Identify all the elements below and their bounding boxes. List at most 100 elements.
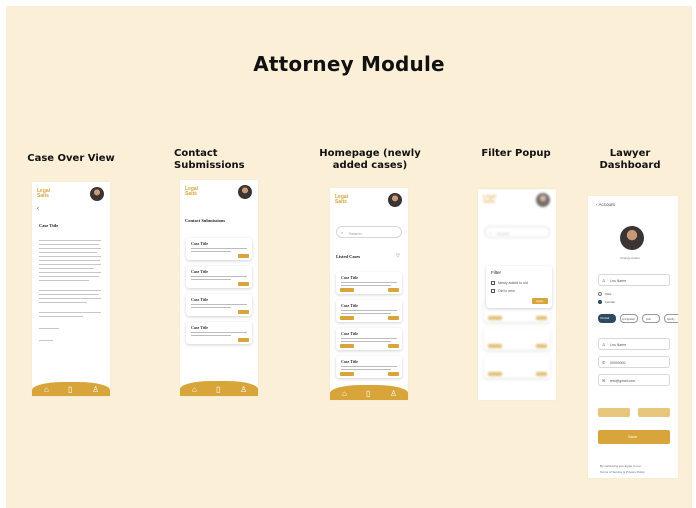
terms-text: By continuing you agree to our xyxy=(600,464,641,468)
section-title-filter-popup: Filter Popup xyxy=(481,148,551,159)
option-newly-added[interactable]: Newly added to old xyxy=(498,281,528,285)
profile-avatar[interactable] xyxy=(620,226,644,250)
text-line xyxy=(191,304,247,305)
user-icon[interactable]: ♙ xyxy=(92,386,99,394)
text-line xyxy=(39,316,83,317)
text-line xyxy=(341,313,391,314)
view-button[interactable] xyxy=(238,254,249,258)
view-button[interactable] xyxy=(388,372,399,376)
back-button[interactable]: ‹ Account xyxy=(596,202,615,207)
phone-field[interactable]: ✆ 00000000 xyxy=(598,356,670,368)
phone-value: 00000000 xyxy=(610,361,626,365)
section-title-case-overview: Case Over View xyxy=(27,153,115,164)
view-button[interactable] xyxy=(238,338,249,342)
text-line xyxy=(39,240,101,241)
submission-card[interactable]: Case Title xyxy=(186,266,252,288)
case-tag xyxy=(340,372,354,376)
phone-contact-submissions: Legal Salts Contact Submissions Case Titl… xyxy=(180,180,258,396)
text-line xyxy=(191,276,247,277)
home-icon[interactable]: ⌂ xyxy=(342,390,347,398)
phone-homepage: Legal Salts ⌕ Search Listed Cases ▽ Case … xyxy=(330,188,408,400)
logo: Legal Salts xyxy=(335,194,349,205)
text-line xyxy=(39,252,97,253)
card-title: Case Title xyxy=(191,325,209,330)
save-button[interactable]: Save xyxy=(598,430,670,444)
email-field[interactable]: ✉ test@gmail.com xyxy=(598,374,670,386)
user-icon[interactable]: ♙ xyxy=(390,390,397,398)
name-field[interactable]: ♙ Leo Name xyxy=(598,338,670,350)
text-line xyxy=(39,294,99,295)
text-line xyxy=(39,248,101,249)
case-card[interactable]: Case Title xyxy=(336,356,402,378)
case-card xyxy=(484,356,550,378)
user-icon: ♙ xyxy=(602,342,606,347)
case-tag xyxy=(340,316,354,320)
chip[interactable]: Civil xyxy=(642,314,660,323)
apply-button[interactable]: Apply xyxy=(532,298,548,304)
view-button[interactable] xyxy=(238,282,249,286)
radio-female[interactable] xyxy=(598,300,602,304)
name-value: Leo Name xyxy=(610,343,627,347)
filter-icon[interactable]: ▽ xyxy=(396,253,400,259)
search-input[interactable]: ⌕ Search xyxy=(336,226,402,238)
terms-link[interactable]: Terms of Service & Privacy Policy xyxy=(600,470,645,474)
text-line xyxy=(191,335,231,336)
phone-icon: ✆ xyxy=(602,360,606,365)
document-icon[interactable]: ▯ xyxy=(68,386,72,394)
avatar[interactable] xyxy=(238,185,252,199)
chip[interactable]: Family xyxy=(664,314,678,323)
case-card xyxy=(484,328,550,350)
contact-heading: Contact Submissions xyxy=(185,218,226,223)
phone-case-overview: Legal Salts ‹ Case Title ⌂ ▯ ♙ xyxy=(32,182,110,396)
home-icon[interactable]: ⌂ xyxy=(44,386,49,394)
option-checkbox[interactable] xyxy=(491,289,495,293)
radio-male[interactable] xyxy=(598,292,602,296)
back-icon[interactable]: ‹ xyxy=(37,206,39,212)
view-button[interactable] xyxy=(388,316,399,320)
case-card[interactable]: Case Title xyxy=(336,300,402,322)
card-title: Case Title xyxy=(341,275,359,280)
section-title-homepage: Homepage (newly added cases) xyxy=(319,148,421,171)
option-checkbox[interactable] xyxy=(491,281,495,285)
document-icon[interactable]: ▯ xyxy=(366,390,370,398)
text-line xyxy=(39,280,89,281)
text-line xyxy=(341,282,397,283)
option-button[interactable] xyxy=(598,408,630,417)
gender-male-label: Male xyxy=(605,292,612,296)
user-icon: ♙ xyxy=(602,278,606,283)
case-card[interactable]: Case Title xyxy=(336,272,402,294)
text-line xyxy=(191,332,247,333)
change-avatar-link[interactable]: Change Avatar xyxy=(620,256,640,260)
avatar[interactable] xyxy=(90,187,104,201)
search-input: ⌕ Search xyxy=(484,226,550,238)
option-old-to-new[interactable]: Old to new xyxy=(498,289,515,293)
search-icon: ⌕ xyxy=(341,230,344,235)
card-title: Case Title xyxy=(191,297,209,302)
text-line xyxy=(341,366,397,367)
option-button[interactable] xyxy=(638,408,670,417)
text-line xyxy=(39,268,94,269)
case-card[interactable]: Case Title xyxy=(336,328,402,350)
avatar[interactable] xyxy=(388,193,402,207)
text-line xyxy=(39,244,99,245)
chip[interactable]: Immigration xyxy=(620,314,638,323)
submission-card[interactable]: Case Title xyxy=(186,322,252,344)
view-button[interactable] xyxy=(388,288,399,292)
name-value: Leo Name xyxy=(610,279,627,283)
name-field[interactable]: ♙ Leo Name xyxy=(598,274,670,286)
case-tag xyxy=(340,288,354,292)
text-line xyxy=(39,290,101,291)
submission-card[interactable]: Case Title xyxy=(186,294,252,316)
chip-selected[interactable]: Criminal xyxy=(598,314,616,323)
phone-filter-popup: LegalSalts ⌕ Search ⌂ ▯ ♙ Filter Newly a… xyxy=(478,188,556,400)
search-icon: ⌕ xyxy=(489,230,492,235)
view-button[interactable] xyxy=(238,310,249,314)
view-button[interactable] xyxy=(388,344,399,348)
user-icon[interactable]: ♙ xyxy=(240,386,247,394)
document-icon[interactable]: ▯ xyxy=(216,386,220,394)
page-title: Attorney Module xyxy=(253,52,445,76)
text-line xyxy=(191,279,231,280)
home-icon[interactable]: ⌂ xyxy=(192,386,197,394)
submission-card[interactable]: Case Title xyxy=(186,238,252,260)
text-line xyxy=(39,328,59,329)
